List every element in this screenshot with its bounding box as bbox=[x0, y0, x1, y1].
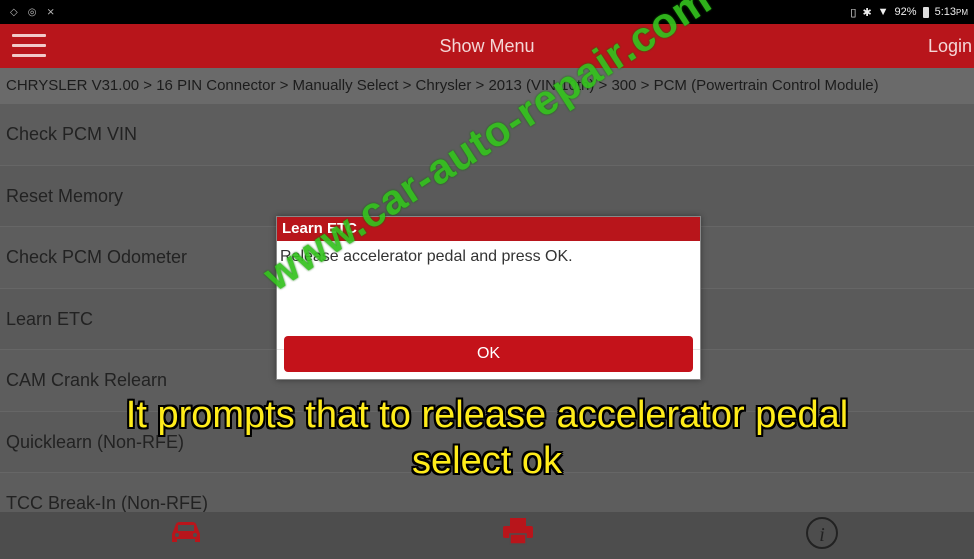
clock: 5:13PM bbox=[934, 6, 968, 18]
vibrate-icon: ▯ bbox=[850, 6, 857, 19]
caption-line-2: select ok bbox=[412, 440, 562, 482]
help-button[interactable]: i bbox=[762, 516, 882, 553]
car-icon bbox=[172, 522, 200, 542]
screen: ◇ ◎ ⨯ ▯ ✱ ▼ 92% 5:13PM Show Menu Login C… bbox=[0, 0, 974, 559]
usb-icon: ⨯ bbox=[46, 6, 55, 18]
status-bar: ◇ ◎ ⨯ ▯ ✱ ▼ 92% 5:13PM bbox=[0, 0, 974, 24]
app-header: Show Menu Login bbox=[0, 24, 974, 68]
caption-line-1: It prompts that to release accelerator p… bbox=[125, 394, 849, 436]
notification-icon: ◇ bbox=[10, 6, 18, 18]
printer-icon bbox=[503, 518, 533, 545]
info-icon: i bbox=[806, 517, 838, 549]
video-caption: It prompts that to release accelerator p… bbox=[0, 392, 974, 484]
battery-icon bbox=[922, 6, 929, 18]
wifi-icon: ▼ bbox=[877, 6, 889, 18]
battery-percent: 92% bbox=[894, 6, 917, 18]
page-title: Show Menu bbox=[439, 36, 535, 56]
bluetooth-icon: ✱ bbox=[862, 6, 872, 19]
login-button[interactable]: Login bbox=[928, 36, 972, 57]
svg-text:i: i bbox=[819, 524, 825, 546]
bottom-toolbar: i bbox=[0, 512, 974, 559]
print-button[interactable] bbox=[458, 516, 578, 549]
vehicle-button[interactable] bbox=[126, 516, 246, 549]
screenshot-icon: ◎ bbox=[27, 6, 37, 18]
notification-icons: ◇ ◎ ⨯ bbox=[0, 7, 55, 18]
ok-button[interactable]: OK bbox=[284, 336, 693, 372]
breadcrumb: CHRYSLER V31.00 > 16 PIN Connector > Man… bbox=[0, 68, 974, 104]
